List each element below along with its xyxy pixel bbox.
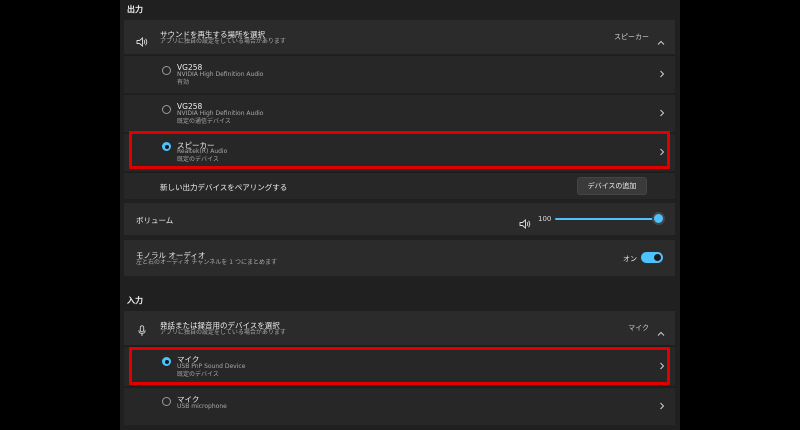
device-status: 既定のデバイス xyxy=(177,371,219,378)
output-device-row-selected[interactable]: スピーカー Realtek(R) Audio 既定のデバイス xyxy=(124,133,675,171)
device-driver: NVIDIA High Definition Audio xyxy=(177,71,264,78)
output-device-row[interactable]: VG258 NVIDIA High Definition Audio 有効 xyxy=(124,55,675,93)
microphone-icon xyxy=(138,322,146,341)
chevron-right-icon[interactable] xyxy=(658,362,665,372)
chevron-up-icon[interactable] xyxy=(657,323,665,342)
add-device-button[interactable]: デバイスの追加 xyxy=(577,177,647,195)
sound-settings-panel: 出力 サウンドを再生する場所を選択 アプリに独自の設定をしている場合があります … xyxy=(120,0,680,430)
output-device-row[interactable]: VG258 NVIDIA High Definition Audio 既定の通信… xyxy=(124,94,675,132)
mono-audio-subtitle: 左と右のオーディオ チャンネルを 1 つにまとめます xyxy=(136,259,277,266)
pair-new-output-row: 新しい出力デバイスをペアリングする デバイスの追加 xyxy=(124,172,675,199)
chevron-right-icon[interactable] xyxy=(658,148,665,158)
input-device-selector-header[interactable]: 発話または録音用のデバイスを選択 アプリに独自の設定をしている場合があります マ… xyxy=(124,311,675,345)
volume-value: 100 xyxy=(538,215,552,223)
volume-slider-thumb[interactable] xyxy=(652,212,665,225)
device-radio[interactable] xyxy=(162,397,171,406)
output-header-subtitle: アプリに独自の設定をしている場合があります xyxy=(160,38,286,45)
output-section-title: 出力 xyxy=(127,5,143,14)
volume-slider-track[interactable] xyxy=(555,218,659,220)
device-driver: NVIDIA High Definition Audio xyxy=(177,110,264,117)
device-radio[interactable] xyxy=(162,105,171,114)
speaker-icon[interactable] xyxy=(519,214,531,233)
device-driver: USB PnP Sound Device xyxy=(177,363,246,370)
chevron-right-icon[interactable] xyxy=(658,402,665,412)
device-radio-selected[interactable] xyxy=(162,142,171,151)
device-radio[interactable] xyxy=(162,66,171,75)
volume-row: ボリューム 100 xyxy=(124,203,675,235)
chevron-up-icon[interactable] xyxy=(657,32,665,51)
device-status: 既定のデバイス xyxy=(177,156,219,163)
mono-audio-row: モノラル オーディオ 左と右のオーディオ チャンネルを 1 つにまとめます オン xyxy=(124,240,675,276)
device-status: 既定の通信デバイス xyxy=(177,118,231,125)
chevron-right-icon[interactable] xyxy=(658,109,665,119)
output-selected-device: スピーカー xyxy=(614,33,649,41)
output-device-selector-header[interactable]: サウンドを再生する場所を選択 アプリに独自の設定をしている場合があります スピー… xyxy=(124,20,675,54)
device-radio-selected[interactable] xyxy=(162,357,171,366)
speaker-icon xyxy=(136,32,148,51)
input-device-row-selected[interactable]: マイク USB PnP Sound Device 既定のデバイス xyxy=(124,346,675,386)
input-section-title: 入力 xyxy=(127,296,143,305)
mono-audio-state: オン xyxy=(623,255,637,263)
device-driver: Realtek(R) Audio xyxy=(177,148,228,155)
input-device-row[interactable]: マイク USB microphone xyxy=(124,387,675,425)
mono-audio-toggle[interactable] xyxy=(641,252,663,263)
device-status: 有効 xyxy=(177,79,190,86)
pair-new-device-label: 新しい出力デバイスをペアリングする xyxy=(160,183,288,192)
volume-label: ボリューム xyxy=(136,216,174,225)
input-header-subtitle: アプリに独自の設定をしている場合があります xyxy=(160,329,286,336)
chevron-right-icon[interactable] xyxy=(658,70,665,80)
device-driver: USB microphone xyxy=(177,403,227,410)
input-selected-device: マイク xyxy=(628,324,649,332)
